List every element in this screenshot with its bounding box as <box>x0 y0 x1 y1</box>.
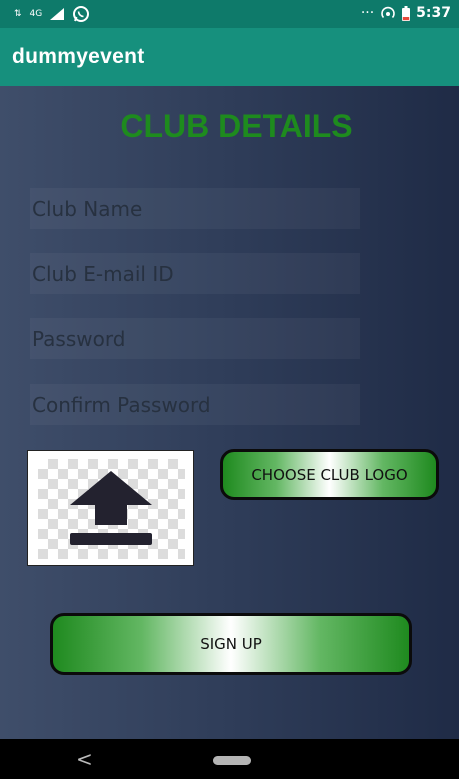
choose-club-logo-button[interactable]: CHOOSE CLUB LOGO <box>220 449 439 500</box>
club-logo-preview[interactable] <box>27 450 194 566</box>
home-pill-icon[interactable] <box>213 756 251 765</box>
club-name-field[interactable] <box>30 188 360 229</box>
status-bar: ⇅ 4G ··· 5:37 <box>0 0 459 28</box>
data-transfer-icon: ⇅ <box>14 9 22 19</box>
battery-icon <box>402 5 411 21</box>
more-notifications-icon: ··· <box>360 5 375 21</box>
signal-icon <box>50 8 65 20</box>
app-bar: dummyevent <box>0 28 459 86</box>
app-title: dummyevent <box>12 45 145 68</box>
back-icon[interactable]: < <box>76 747 93 771</box>
sign-up-button[interactable]: SIGN UP <box>50 613 412 675</box>
upload-icon <box>70 471 152 545</box>
navigation-bar: < <box>0 739 459 779</box>
network-type: 4G <box>29 9 43 19</box>
clock: 5:37 <box>416 5 451 21</box>
status-left: ⇅ 4G <box>14 5 90 23</box>
page-title: CLUB DETAILS <box>120 108 353 144</box>
hotspot-icon <box>381 6 395 19</box>
password-field[interactable] <box>30 318 360 359</box>
status-right: ··· 5:37 <box>361 5 451 21</box>
club-email-field[interactable] <box>30 253 360 294</box>
confirm-password-field[interactable] <box>30 384 360 425</box>
club-details-form: CLUB DETAILS CHOOSE CLUB LOGO SIGN UP <box>0 86 459 739</box>
whatsapp-icon <box>73 6 90 22</box>
